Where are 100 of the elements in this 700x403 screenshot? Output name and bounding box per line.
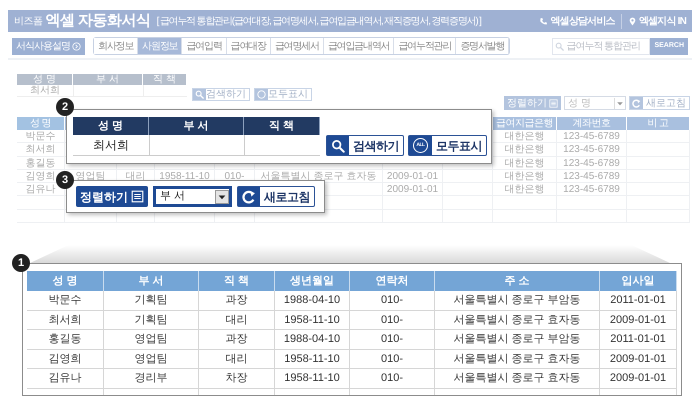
search-button[interactable]: 검색하기 — [192, 88, 250, 101]
sort-select[interactable]: 부 서 — [153, 186, 232, 207]
caret-icon — [614, 98, 625, 108]
column-header: 생년월일 — [275, 271, 350, 291]
table-cell: 김유나 — [27, 369, 104, 388]
column-header: 연락처 — [350, 271, 435, 291]
table-cell: 123-45-6789 — [557, 170, 627, 184]
table-cell: 010- — [350, 330, 435, 350]
column-header: 급여지급은행 — [493, 117, 557, 130]
caret-icon — [215, 190, 229, 204]
table-cell: 2011-01-01 — [600, 291, 677, 310]
table-cell: 서울특별시 종로구 효자동 — [435, 350, 600, 369]
circle-icon — [257, 90, 266, 99]
table-cell: 010- — [350, 291, 435, 310]
table-cell: 박문수 — [17, 130, 65, 144]
step-badge: 1 — [12, 254, 30, 272]
brand-label: 비즈폼 — [14, 14, 42, 28]
refresh-icon — [242, 190, 256, 204]
table-cell: 1958-11-10 — [275, 350, 350, 369]
table-cell: 1958-11-10 — [275, 310, 350, 330]
column-header: 비 고 — [627, 117, 690, 130]
table-cell: 경리부 — [104, 369, 199, 388]
table-cell: 1988-04-10 — [275, 330, 350, 350]
column-header: 직 책 — [244, 117, 320, 135]
help-button[interactable]: 서식사용설명 — [12, 38, 85, 54]
table-cell: 과장 — [199, 330, 275, 350]
column-header: 부 서 — [73, 74, 143, 85]
table-cell: 123-45-6789 — [557, 130, 627, 144]
search-field[interactable]: 급여누적 통합관리 — [552, 38, 650, 54]
table-cell: 서울특별시 종로구 효자동 — [435, 369, 600, 388]
table-cell: 010- — [350, 350, 435, 369]
table-cell: 010- — [350, 310, 435, 330]
table-cell: 대한은행 — [493, 170, 557, 184]
search-icon — [331, 138, 345, 152]
list-icon — [131, 190, 144, 203]
column-header: 직 책 — [199, 271, 275, 291]
table-cell: 010- — [350, 369, 435, 388]
table-cell: 과장 — [199, 291, 275, 310]
table-cell: 2009-01-01 — [383, 170, 443, 184]
header-link[interactable]: 엑셀상담서비스 — [539, 14, 615, 28]
table-cell: 대한은행 — [493, 156, 557, 170]
table-cell: 대한은행 — [493, 183, 557, 196]
table-cell: 2009-01-01 — [600, 369, 677, 388]
table-cell: 영업팀 — [104, 350, 199, 369]
app-title: 엑셀 자동화서식 — [46, 10, 151, 31]
list-icon — [549, 98, 558, 108]
table-cell: 대한은행 — [493, 143, 557, 157]
column-header: 성 명 — [17, 117, 65, 130]
search-icon — [195, 90, 204, 99]
search-icon — [555, 42, 564, 50]
table-cell: 123-45-6789 — [557, 183, 627, 196]
refresh-button[interactable]: 새로고침 — [237, 186, 315, 207]
table-cell: 최서희 — [27, 310, 104, 330]
column-header: 부 서 — [104, 271, 199, 291]
table-cell: 2009-01-01 — [600, 310, 677, 330]
step-badge: 2 — [56, 98, 74, 116]
refresh-icon — [632, 98, 641, 108]
nav-tab[interactable]: 회사정보 — [94, 38, 138, 54]
table-cell: 대리 — [199, 350, 275, 369]
table-cell: 2009-01-01 — [383, 183, 443, 196]
header-link[interactable]: 엑셀지식 IN — [620, 14, 686, 28]
table-cell: 홍길동 — [17, 156, 65, 170]
table-cell: 기획팀 — [104, 291, 199, 310]
table-cell: 대리 — [199, 310, 275, 330]
show-all-button[interactable]: 모두표시 — [254, 88, 312, 101]
table-cell: 김영희 — [27, 350, 104, 369]
table-cell: 영업팀 — [104, 330, 199, 350]
column-header: 부 서 — [149, 117, 244, 135]
table-cell: 2011-01-01 — [600, 330, 677, 350]
table-cell: 차장 — [199, 369, 275, 388]
table-cell: 대한은행 — [493, 130, 557, 144]
table-cell: 최서희 — [17, 85, 73, 97]
table-cell: 123-45-6789 — [557, 143, 627, 157]
column-header: 성 명 — [27, 271, 104, 291]
table-cell: 1988-04-10 — [275, 291, 350, 310]
table-cell: 서울특별시 종로구 효자동 — [435, 310, 600, 330]
sort-button[interactable]: 정렬하기 — [76, 186, 148, 207]
table-cell: 기획팀 — [104, 310, 199, 330]
column-header: 성 명 — [17, 74, 73, 85]
search-button[interactable]: 검색하기 — [326, 135, 404, 156]
column-header: 성 명 — [73, 117, 149, 135]
column-header: 직 책 — [143, 74, 187, 85]
table-cell: 2009-01-01 — [600, 350, 677, 369]
table-cell: 박문수 — [27, 291, 104, 310]
pin-icon — [628, 16, 637, 26]
table-cell: 서울특별시 종로구 부암동 — [435, 330, 600, 350]
sort-select[interactable]: 성 명 — [564, 96, 626, 110]
table-cell: 최서희 — [17, 143, 65, 157]
step-badge: 3 — [56, 171, 74, 189]
refresh-button[interactable]: 새로고침 — [629, 96, 690, 110]
phone-icon — [539, 16, 548, 26]
column-header: 계좌번호 — [557, 117, 627, 130]
nav-tab[interactable]: 사원정보 — [138, 38, 182, 54]
table-cell: 홍길동 — [27, 330, 104, 350]
app-subtitle: [ 급여누적 통합관리(급여대장, 급여명세서, 급여입금내역서, 재직증명서, 경력증명서) ] — [156, 14, 481, 28]
table-cell: 서울특별시 종로구 부암동 — [435, 291, 600, 310]
arrow-circle-icon — [72, 42, 81, 50]
table-cell: 123-45-6789 — [557, 156, 627, 170]
column-header: 입사일 — [600, 271, 677, 291]
table-cell: 1958-11-10 — [275, 369, 350, 388]
